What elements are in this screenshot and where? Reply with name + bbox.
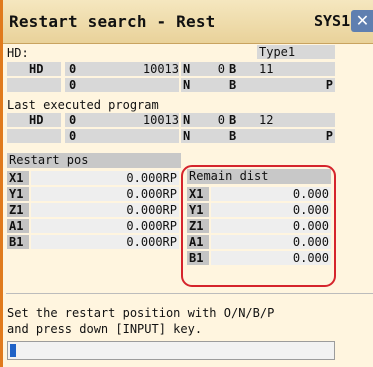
- remain-dist-highlight: [181, 165, 336, 287]
- last-program-label: Last executed program: [7, 98, 159, 112]
- input-field[interactable]: [7, 341, 335, 360]
- b-label: B: [229, 129, 237, 143]
- close-icon: ✕: [355, 11, 370, 30]
- system-label: SYS1: [314, 12, 351, 30]
- b-label: B: [229, 62, 237, 76]
- restart-axis-value[interactable]: 0.000RP: [31, 187, 179, 201]
- hd-row-2-p-label: P: [325, 78, 333, 92]
- text-cursor: [10, 344, 16, 357]
- close-button[interactable]: ✕: [351, 10, 373, 32]
- hd-row-1-b-value: 11: [259, 62, 274, 76]
- n-label: N: [183, 129, 191, 143]
- dialog-window: Restart search - Rest SYS1 ✕ HD: Type1 H…: [0, 0, 373, 367]
- hd-label: HD:: [7, 46, 29, 60]
- hd-row-2-program-o[interactable]: 0: [65, 78, 179, 92]
- restart-axis-value[interactable]: 0.000RP: [31, 219, 179, 233]
- restart-pos-header: Restart pos: [7, 153, 181, 168]
- window-title: Restart search - Rest: [9, 12, 216, 31]
- hd-row-1-n-value: 0: [217, 62, 225, 76]
- restart-axis-label: Y1: [7, 187, 29, 201]
- restart-axis-label: Z1: [7, 203, 29, 217]
- b-label: B: [229, 78, 237, 92]
- last-row-2-p-label: P: [325, 129, 333, 143]
- last-row-1-b-field: B: [227, 113, 335, 127]
- last-row-2-head: [7, 129, 61, 143]
- title-bar: Restart search - Rest SYS1 ✕: [3, 0, 373, 44]
- restart-axis-value[interactable]: 0.000RP: [31, 171, 179, 185]
- last-row-1-program-number: 10013: [142, 113, 179, 127]
- last-row-1-head: HD: [7, 113, 61, 127]
- n-label: N: [183, 78, 191, 92]
- type-field[interactable]: Type1: [257, 45, 335, 59]
- hd-row-1-program-number: 10013: [142, 62, 179, 76]
- restart-axis-value[interactable]: 0.000RP: [31, 235, 179, 249]
- restart-axis-label: A1: [7, 219, 29, 233]
- restart-axis-label: X1: [7, 171, 29, 185]
- hd-row-2-n-field[interactable]: N: [181, 78, 227, 92]
- message-line-1: Set the restart position with O/N/B/P: [7, 306, 275, 320]
- hd-row-1-b-field[interactable]: B: [227, 62, 335, 76]
- divider: [6, 293, 373, 294]
- hd-row-2-head: [7, 78, 61, 92]
- b-label: B: [229, 113, 237, 127]
- last-row-2-n-field: N: [181, 129, 227, 143]
- restart-axis-label: B1: [7, 235, 29, 249]
- hd-row-1-head: HD: [7, 62, 61, 76]
- last-row-2-program-o: 0: [65, 129, 179, 143]
- last-row-1-n-value: 0: [217, 113, 225, 127]
- last-row-1-b-value: 12: [259, 113, 274, 127]
- message-line-2: and press down [INPUT] key.: [7, 322, 203, 336]
- restart-axis-value[interactable]: 0.000RP: [31, 203, 179, 217]
